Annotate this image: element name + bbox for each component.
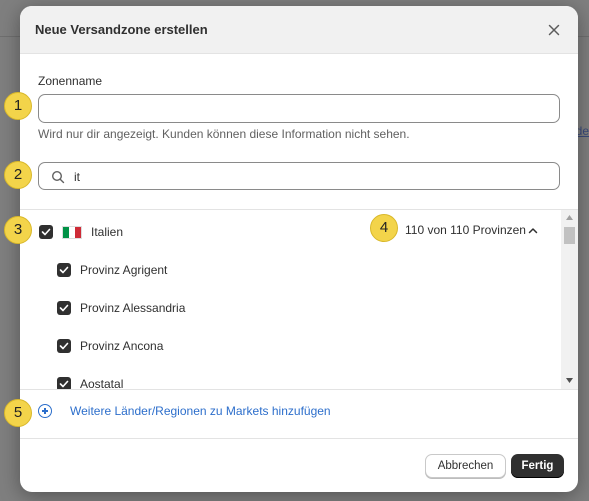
add-regions-row[interactable]: Weitere Länder/Regionen zu Markets hinzu…	[38, 404, 331, 418]
country-search-input[interactable]: it	[38, 162, 560, 190]
province-row[interactable]: Aostatal	[57, 374, 124, 390]
province-name: Provinz Ancona	[80, 339, 164, 353]
province-name: Provinz Alessandria	[80, 301, 186, 315]
list-scrollbar[interactable]	[561, 210, 578, 389]
checkmark-icon	[59, 380, 69, 388]
add-regions-link[interactable]: Weitere Länder/Regionen zu Markets hinzu…	[70, 404, 331, 418]
province-row[interactable]: Provinz Ancona	[57, 336, 163, 356]
flag-stripe	[75, 226, 81, 238]
search-value: it	[74, 170, 80, 184]
plus-circle-icon[interactable]	[38, 404, 52, 418]
search-icon	[51, 170, 65, 184]
country-checkbox[interactable]	[39, 225, 53, 239]
province-name: Aostatal	[80, 377, 124, 390]
checkmark-icon	[41, 228, 51, 236]
province-count: 110 von 110 Provinzen	[405, 223, 526, 237]
country-row-italy[interactable]: Italien	[39, 222, 123, 242]
italy-flag-icon	[62, 225, 82, 239]
checkmark-icon	[59, 342, 69, 350]
province-checkbox[interactable]	[57, 339, 71, 353]
create-shipping-zone-dialog: Neue Versandzone erstellen Zonenname Wir…	[20, 6, 578, 492]
province-checkbox[interactable]	[57, 377, 71, 389]
close-icon	[548, 24, 560, 36]
checkmark-icon	[59, 304, 69, 312]
province-checkbox[interactable]	[57, 301, 71, 315]
zone-name-input[interactable]	[38, 94, 560, 123]
dialog-title: Neue Versandzone erstellen	[35, 22, 208, 37]
annotation-badge: 1	[4, 92, 32, 120]
scroll-thumb[interactable]	[564, 227, 575, 244]
annotation-badge: 4	[370, 214, 398, 242]
annotation-badge: 5	[4, 399, 32, 427]
cancel-button[interactable]: Abbrechen	[425, 454, 506, 478]
scroll-down-arrow-icon[interactable]	[566, 378, 573, 383]
close-button[interactable]	[544, 20, 564, 40]
checkmark-icon	[59, 266, 69, 274]
country-name: Italien	[91, 225, 124, 239]
annotation-badge: 3	[4, 216, 32, 244]
province-name: Provinz Agrigent	[80, 263, 168, 277]
dialog-footer: Abbrechen Fertig	[20, 438, 578, 492]
zone-name-help-text: Wird nur dir angezeigt. Kunden können di…	[38, 127, 410, 141]
province-row[interactable]: Provinz Agrigent	[57, 260, 167, 280]
annotation-badge: 2	[4, 161, 32, 189]
done-button[interactable]: Fertig	[511, 454, 564, 478]
scroll-up-arrow-icon[interactable]	[566, 215, 573, 220]
zone-name-label: Zonenname	[38, 74, 103, 88]
chevron-up-icon[interactable]	[528, 227, 538, 234]
dialog-header: Neue Versandzone erstellen	[20, 6, 578, 54]
province-checkbox[interactable]	[57, 263, 71, 277]
region-list[interactable]: Italien 110 von 110 Provinzen Provinz Ag…	[20, 209, 578, 390]
province-row[interactable]: Provinz Alessandria	[57, 298, 185, 318]
